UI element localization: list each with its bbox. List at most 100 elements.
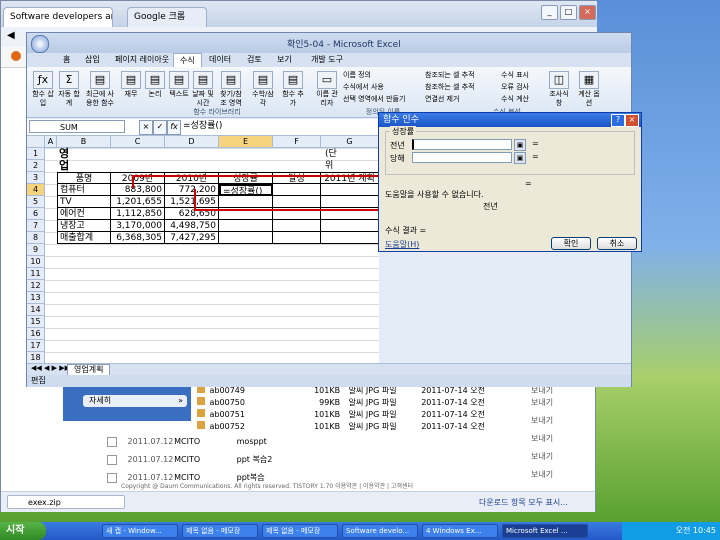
taskbar-item[interactable]: 새 캡 - Window... [102,524,178,538]
show-formulas-button[interactable]: 수식 표시 [501,69,529,81]
checkbox[interactable] [107,472,117,483]
post-row[interactable]: 2011.07.12 MCITO mosppt [107,435,527,453]
book-icon: ▤ [221,71,241,89]
post-list: 2011.07.12 MCITO mosppt 2011.07.12 MCITO… [107,435,527,485]
autosum-button[interactable]: Σ 자동 합계 [57,71,81,108]
send-link[interactable]: 보내기 [531,469,581,487]
row-header[interactable]: 10 [27,256,45,268]
file-row[interactable]: ab00751 101KB 알씨 JPG 파일 2011-07-14 오전 [197,409,523,421]
office-button-icon[interactable] [31,35,49,53]
file-list: ab00749 101KB 알씨 JPG 파일 2011-07-14 오전 ab… [197,385,523,433]
tab-developer[interactable]: 개발 도구 [305,53,349,67]
maximize-icon[interactable]: □ [560,5,577,20]
argument-description: 전년 [483,202,498,211]
post-row[interactable]: 2011.07.12 MCITO ppt 복습2 [107,453,527,471]
taskbar-item[interactable]: 제목 없음 - 메모장 [182,524,258,538]
help-icon[interactable]: ? [611,114,625,127]
ribbon: ƒx 함수 삽입 Σ 자동 합계 ▤ 최근에 사용한 함수 ▤ 재무 ▤ 논리 ▤ 텍스트 … [27,67,631,118]
arg2-input[interactable] [412,152,512,163]
result-equals: = [525,179,532,188]
logical-button[interactable]: ▤ 논리 [143,71,167,99]
taskbar-item[interactable]: 제목 없음 - 메모장 [262,524,338,538]
file-row[interactable]: ab00750 99KB 알씨 JPG 파일 2011-07-14 오전 [197,397,523,409]
collapse-dialog-icon[interactable]: ▣ [514,139,526,151]
more-functions-button[interactable]: ▤ 함수 추가 [281,71,305,108]
browser-tab-software-developers[interactable]: Software developers and [3,7,113,27]
cancel-icon[interactable]: × [139,120,153,135]
clock[interactable]: 오전 10:45 [676,526,716,535]
row-header[interactable]: 12 [27,280,45,292]
row-header[interactable]: 16 [27,328,45,340]
send-link[interactable]: 보내기 [531,397,581,415]
tab-review[interactable]: 검토 [241,53,268,67]
name-manager-button[interactable]: ▭ 이름 관리자 [315,71,339,108]
text-button[interactable]: ▤ 텍스트 [167,71,191,99]
close-icon[interactable]: × [625,114,639,127]
arg1-equals: = [532,139,539,148]
enter-icon[interactable]: ✓ [153,120,167,135]
arg2-label: 당해 [390,154,405,163]
insert-function-fx[interactable]: fx [167,120,181,135]
image-file-icon [197,421,205,429]
tab-home[interactable]: 홈 [57,53,76,67]
remove-arrows-button[interactable]: 연결선 제거 [425,93,475,105]
row-header[interactable]: 14 [27,304,45,316]
download-item[interactable]: exex.zip [7,495,125,509]
arg2-equals: = [532,152,539,161]
evaluate-formula-button[interactable]: 수식 계산 [501,93,529,105]
use-in-formula-button[interactable]: 수식에서 사용 [343,81,405,93]
lookup-button[interactable]: ▤ 찾기/참조 영역 [217,71,245,108]
financial-button[interactable]: ▤ 재무 [119,71,143,99]
left-panel: 자세히 » [63,385,191,421]
tab-insert[interactable]: 삽입 [79,53,106,67]
tab-data[interactable]: 데이터 [203,53,237,67]
browser-tab-strip: Software developers and Google 크롬 _ □ × [1,1,597,27]
row-header[interactable]: 13 [27,292,45,304]
error-checking-button[interactable]: 오류 검사 [501,81,529,93]
file-row[interactable]: ab00752 101KB 알씨 JPG 파일 2011-07-14 오전 [197,421,523,433]
function-arguments-dialog: 함수 인수 ? × 성장률 전년 ▣ = 당해 ▣ = = 도움말을 사용할 수… [378,112,642,252]
taskbar-item[interactable]: Software develo... [342,524,418,538]
details-dropdown[interactable]: 자세히 » [83,395,187,407]
ok-button[interactable]: 확인 [551,237,591,250]
trace-precedents-button[interactable]: 참조되는 셀 추적 [425,69,475,81]
taskbar-item[interactable]: 4 Windows Ex... [422,524,498,538]
tab-page-layout[interactable]: 페이지 레이아웃 [109,53,175,67]
ribbon-tabs: 홈 삽입 페이지 레이아웃 수식 데이터 검토 보기 개발 도구 [27,53,631,67]
row-header[interactable]: 15 [27,316,45,328]
taskbar-item-excel[interactable]: Microsoft Excel ... [502,524,588,538]
tab-view[interactable]: 보기 [271,53,298,67]
create-from-selection-button[interactable]: 선택 영역에서 만들기 [343,93,405,105]
name-box[interactable]: SUM [29,120,125,133]
help-link[interactable]: 도움말(H) [385,239,419,250]
row-header[interactable]: 17 [27,340,45,352]
watch-window-button[interactable]: ◫ 조사식 창 [547,71,571,108]
date-time-button[interactable]: ▤ 날짜 및 시간 [191,71,215,108]
collapse-dialog-icon[interactable]: ▣ [514,152,526,164]
checkbox[interactable] [107,454,117,465]
define-name-button[interactable]: 이름 정의 [343,69,405,81]
start-button[interactable]: 시작 [0,522,46,540]
send-link[interactable]: 보내기 [531,433,581,451]
close-icon[interactable]: × [579,5,596,20]
sheet-nav-icon[interactable]: ◀◀ ◀ ▶ ▶▶ [31,364,70,372]
send-link[interactable]: 보내기 [531,415,581,433]
back-icon[interactable]: ◀ [7,30,15,41]
trace-dependents-button[interactable]: 참조하는 셀 추적 [425,81,475,93]
calc-options-button[interactable]: ▦ 계산 옵션 [577,71,601,108]
math-trig-button[interactable]: ▤ 수학/삼각 [249,71,277,108]
arg1-input[interactable] [412,139,512,150]
arguments-group: 성장률 전년 ▣ = 당해 ▣ = [385,126,635,175]
show-all-downloads-link[interactable]: 다운로드 항목 모두 표시... [479,497,568,508]
minimize-icon[interactable]: _ [541,5,558,20]
row-header[interactable]: 11 [27,268,45,280]
cancel-button[interactable]: 취소 [597,237,637,250]
send-link[interactable]: 보내기 [531,451,581,469]
download-bar: exex.zip 다운로드 항목 모두 표시... [1,491,595,512]
recent-functions-button[interactable]: ▤ 최근에 사용한 함수 [85,71,115,108]
annotation-lines [132,175,387,211]
browser-tab-google[interactable]: Google 크롬 [127,7,207,27]
insert-function-button[interactable]: ƒx 함수 삽입 [31,71,55,108]
checkbox[interactable] [107,436,117,447]
tab-formulas[interactable]: 수식 [173,53,202,67]
